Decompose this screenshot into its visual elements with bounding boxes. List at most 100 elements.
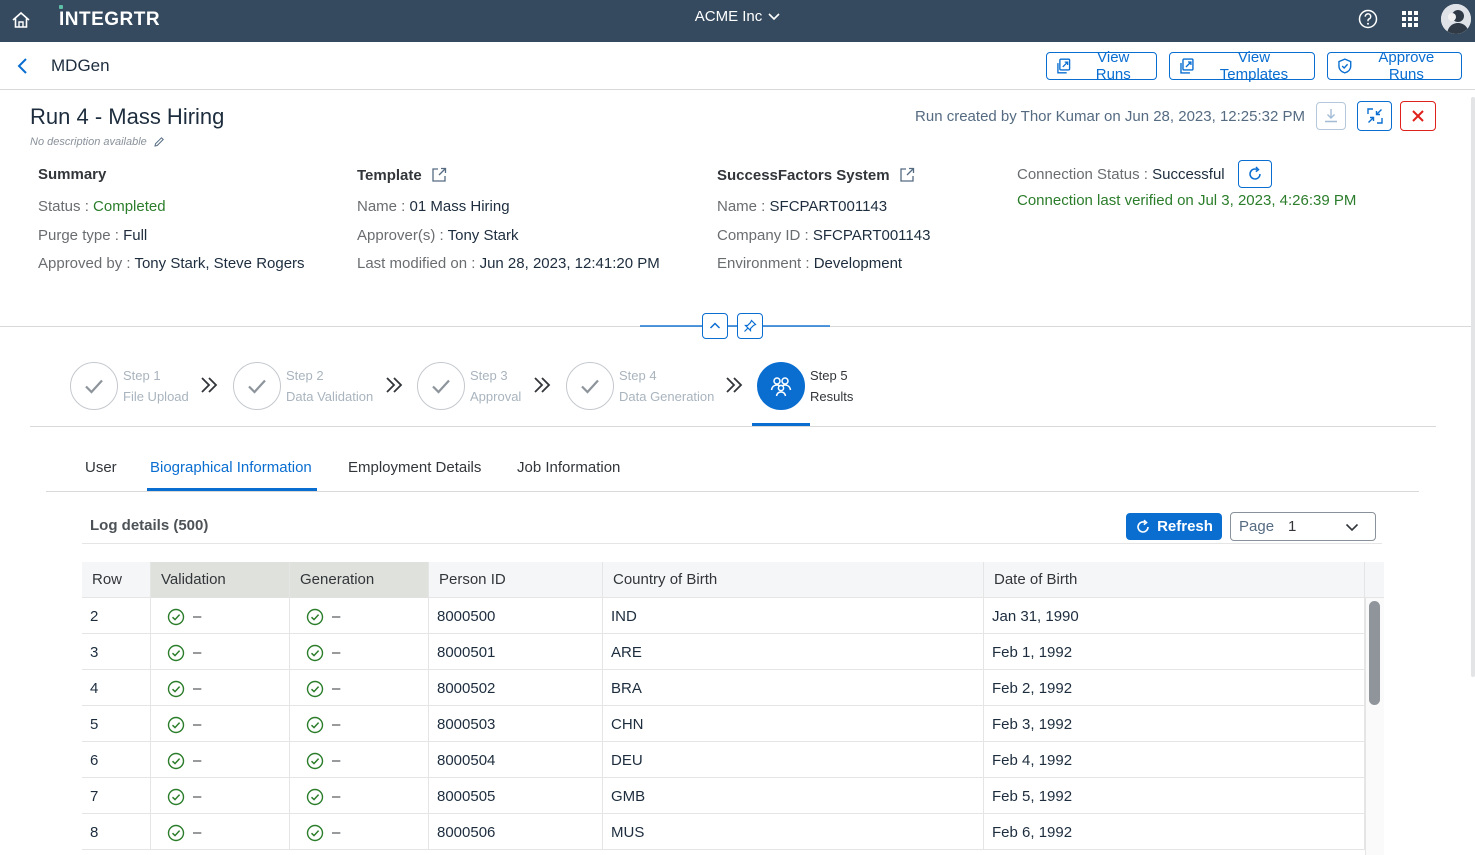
steps-divider xyxy=(30,426,1436,427)
refresh-button[interactable]: Refresh xyxy=(1126,513,1222,540)
success-check-icon xyxy=(167,752,185,770)
generation-cell: – xyxy=(290,670,429,706)
table-row[interactable]: 2 – – 8000500 IND Jan 31, 1990 xyxy=(82,598,1365,634)
pin-header-button[interactable] xyxy=(737,313,763,339)
column-header-validation[interactable]: Validation xyxy=(151,562,290,598)
approve-runs-button[interactable]: Approve Runs xyxy=(1327,49,1462,83)
group-users-icon xyxy=(770,377,792,397)
summary-purge-type: Purge type : Full xyxy=(38,227,147,244)
country-of-birth-cell: ARE xyxy=(603,634,984,670)
table-scrollbar[interactable] xyxy=(1365,598,1384,855)
generation-status: – xyxy=(306,742,340,780)
page-select[interactable]: Page 1 xyxy=(1230,512,1376,541)
download-button[interactable] xyxy=(1316,102,1346,130)
person-id-cell: 8000503 xyxy=(429,706,603,742)
column-header-date-of-birth[interactable]: Date of Birth xyxy=(984,562,1365,598)
help-icon[interactable] xyxy=(1357,8,1379,30)
validation-cell: – xyxy=(151,598,290,634)
system-company-id: Company ID : SFCPART001143 xyxy=(717,227,930,244)
step-number: Step 4 xyxy=(619,368,657,383)
close-button[interactable] xyxy=(1400,101,1436,131)
person-id-cell: 8000501 xyxy=(429,634,603,670)
checkmark-icon xyxy=(581,379,599,394)
generation-cell: – xyxy=(290,742,429,778)
generation-cell: – xyxy=(290,598,429,634)
status-dash: – xyxy=(332,608,341,625)
country-of-birth-cell: IND xyxy=(603,598,984,634)
table-row[interactable]: 5 – – 8000503 CHN Feb 3, 1992 xyxy=(82,706,1365,742)
status-value: Completed xyxy=(93,198,166,215)
success-check-icon xyxy=(167,608,185,626)
app-grid-icon[interactable] xyxy=(1401,10,1419,28)
wizard-step-4[interactable]: Step 4 Data Generation xyxy=(566,362,714,410)
last-modified-value: Jun 28, 2023, 12:41:20 PM xyxy=(479,255,660,272)
validation-status: – xyxy=(167,634,201,672)
external-link-icon[interactable] xyxy=(430,166,448,184)
page-scrollbar[interactable] xyxy=(1471,97,1475,677)
generation-status: – xyxy=(306,598,340,636)
row-number-cell: 2 xyxy=(82,598,151,634)
wizard-step-5[interactable]: Step 5 Results xyxy=(757,362,853,410)
double-chevron-right-icon xyxy=(534,377,551,393)
generation-status: – xyxy=(306,814,340,852)
home-icon[interactable] xyxy=(10,9,32,31)
view-templates-button[interactable]: View Templates xyxy=(1169,49,1315,83)
template-name: Name : 01 Mass Hiring xyxy=(357,198,510,215)
date-of-birth-cell: Feb 2, 1992 xyxy=(984,670,1365,706)
header-divider-accent xyxy=(640,325,830,327)
log-table: Row Validation Generation Person ID Coun… xyxy=(82,562,1384,855)
step-labels: Step 4 Data Generation xyxy=(619,365,714,407)
sub-header: MDGen View Runs View Templates Approve R… xyxy=(0,42,1475,90)
column-header-person-id[interactable]: Person ID xyxy=(429,562,603,598)
external-link-icon[interactable] xyxy=(898,166,916,184)
back-arrow-icon[interactable] xyxy=(12,55,34,77)
purge-type-label: Purge type : xyxy=(38,227,119,244)
column-header-row[interactable]: Row xyxy=(82,562,151,598)
view-runs-button[interactable]: View Runs xyxy=(1046,49,1157,83)
success-check-icon xyxy=(167,716,185,734)
table-row[interactable]: 3 – – 8000501 ARE Feb 1, 1992 xyxy=(82,634,1365,670)
table-row[interactable]: 8 – – 8000506 MUS Feb 6, 1992 xyxy=(82,814,1365,850)
status-dash: – xyxy=(332,824,341,841)
view-runs-label: View Runs xyxy=(1095,49,1131,83)
step-labels: Step 5 Results xyxy=(810,365,853,407)
system-environment: Environment : Development xyxy=(717,255,902,272)
exit-fullscreen-icon xyxy=(1366,108,1383,124)
approve-runs-label: Approve Runs xyxy=(1378,49,1435,83)
tab-user[interactable]: User xyxy=(85,459,117,476)
generation-cell: – xyxy=(290,778,429,814)
column-header-generation[interactable]: Generation xyxy=(290,562,429,598)
table-row[interactable]: 7 – – 8000505 GMB Feb 5, 1992 xyxy=(82,778,1365,814)
step-labels: Step 1 File Upload xyxy=(123,365,189,407)
tenant-switcher[interactable]: ACME Inc xyxy=(695,8,781,25)
template-last-modified: Last modified on : Jun 28, 2023, 12:41:2… xyxy=(357,255,660,272)
country-of-birth-cell: MUS xyxy=(603,814,984,850)
user-avatar[interactable] xyxy=(1441,4,1471,34)
wizard-step-1[interactable]: Step 1 File Upload xyxy=(70,362,189,410)
approvers-value: Tony Stark xyxy=(447,227,519,244)
checkmark-icon xyxy=(85,379,103,394)
summary-approved-by: Approved by : Tony Stark, Steve Rogers xyxy=(38,255,305,272)
table-scrollbar-thumb[interactable] xyxy=(1369,601,1380,705)
edit-pencil-icon[interactable] xyxy=(153,136,165,148)
verify-connection-button[interactable] xyxy=(1238,160,1272,188)
approvers-label: Approver(s) : xyxy=(357,227,444,244)
tab-job-information[interactable]: Job Information xyxy=(517,459,620,476)
step-name: File Upload xyxy=(123,389,189,404)
tenant-name: ACME Inc xyxy=(694,8,763,25)
validation-cell: – xyxy=(151,814,290,850)
table-row[interactable]: 4 – – 8000502 BRA Feb 2, 1992 xyxy=(82,670,1365,706)
checkmark-icon xyxy=(248,379,266,394)
column-header-country-of-birth[interactable]: Country of Birth xyxy=(603,562,984,598)
table-row[interactable]: 6 – – 8000504 DEU Feb 4, 1992 xyxy=(82,742,1365,778)
success-check-icon xyxy=(306,824,324,842)
wizard-step-2[interactable]: Step 2 Data Validation xyxy=(233,362,373,410)
exit-fullscreen-button[interactable] xyxy=(1357,101,1392,131)
tab-biographical-information[interactable]: Biographical Information xyxy=(150,459,312,476)
generation-status: – xyxy=(306,634,340,672)
environment-value: Development xyxy=(813,255,903,272)
wizard-step-3[interactable]: Step 3 Approval xyxy=(417,362,521,410)
collapse-header-button[interactable] xyxy=(702,313,728,339)
tab-employment-details[interactable]: Employment Details xyxy=(348,459,481,476)
brand-logo[interactable]: INTEGRTR xyxy=(59,9,160,31)
